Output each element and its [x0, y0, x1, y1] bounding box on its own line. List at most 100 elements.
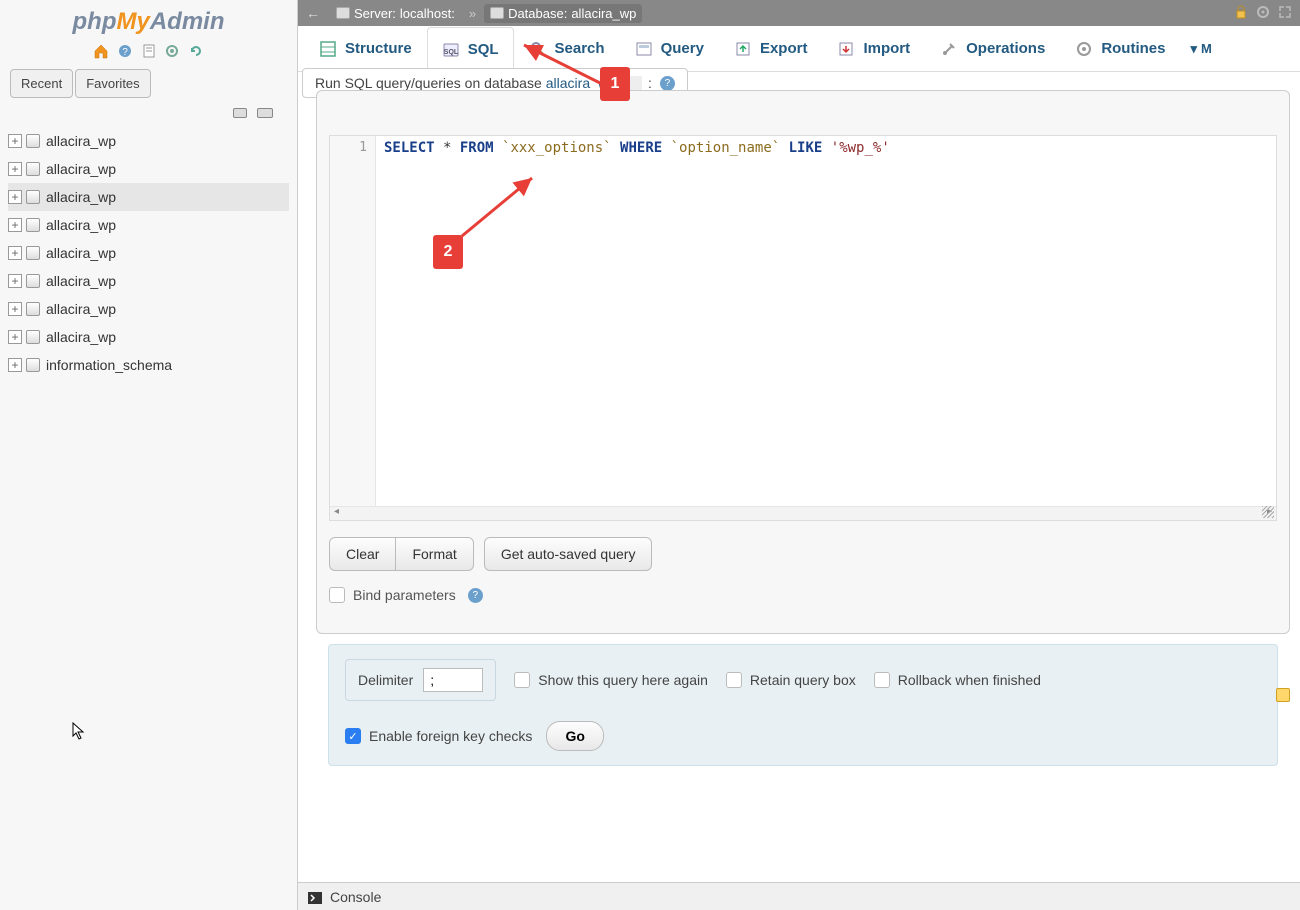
back-icon[interactable]: ←	[306, 5, 320, 21]
tab-sql[interactable]: SQLSQL	[427, 27, 514, 72]
expand-icon[interactable]: +	[8, 330, 22, 344]
clear-format-group: Clear Format	[329, 537, 474, 571]
breadcrumb-database[interactable]: Database: allacira_wp	[484, 4, 642, 23]
fk-checks-checkbox[interactable]: ✓	[345, 728, 361, 744]
db-tree: + allacira_wp + allacira_wp + allacira_wp +…	[0, 127, 297, 379]
database-icon	[26, 330, 40, 344]
db-tree-item[interactable]: +information_schema	[8, 351, 289, 379]
tab-structure[interactable]: Structure	[304, 26, 427, 71]
console-bar[interactable]: Console	[298, 882, 1300, 910]
sidebar: phpMyAdmin ? Recent Favorites + allacira_…	[0, 0, 298, 910]
reload-icon[interactable]	[188, 43, 204, 59]
db-tree-item[interactable]: + allacira_wp	[8, 127, 289, 155]
sidebar-tabs: Recent Favorites	[0, 65, 297, 102]
db-label: allacira_wp	[46, 329, 116, 345]
link-icon[interactable]	[257, 108, 273, 118]
sql-string: '%wp_%'	[822, 140, 889, 156]
expand-icon[interactable]: +	[8, 162, 22, 176]
tab-operations[interactable]: Operations	[925, 26, 1060, 71]
logo: phpMyAdmin	[0, 0, 297, 40]
breadcrumb-server[interactable]: Server: localhost:	[330, 4, 461, 23]
import-icon	[837, 40, 855, 58]
tree-header-icons	[0, 102, 297, 127]
collapse-icon[interactable]	[233, 108, 247, 118]
tab-label: Export	[760, 40, 808, 57]
logo-part-admin: Admin	[150, 8, 225, 35]
callout-2: 2	[433, 235, 463, 269]
autosaved-button[interactable]: Get auto-saved query	[484, 537, 653, 571]
tab-label: Search	[555, 40, 605, 57]
format-button[interactable]: Format	[395, 538, 472, 570]
tab-label: Operations	[966, 40, 1045, 57]
database-icon	[26, 274, 40, 288]
db-label: allacira_wp	[46, 273, 116, 289]
help-icon[interactable]: ?	[468, 588, 483, 603]
console-icon	[308, 891, 322, 903]
legend-db: allacira_w	[546, 75, 608, 91]
callout-1: 1	[600, 67, 630, 101]
lock-icon[interactable]	[1234, 5, 1248, 22]
rollback-checkbox[interactable]	[874, 672, 890, 688]
sql-editor[interactable]: 1 SELECT * FROM `xxx_options` WHERE `opt…	[330, 136, 1276, 506]
retain-checkbox[interactable]	[726, 672, 742, 688]
expand-icon[interactable]: +	[8, 134, 22, 148]
tab-export[interactable]: Export	[719, 26, 823, 71]
db-tree-item[interactable]: +allacira_wp	[8, 239, 289, 267]
recent-button[interactable]: Recent	[10, 69, 73, 98]
database-icon	[26, 246, 40, 260]
line-number: 1	[359, 140, 367, 155]
tab-search[interactable]: Search	[514, 26, 620, 71]
db-tree-item[interactable]: + allacira_wp	[8, 323, 289, 351]
status-icon[interactable]	[1276, 688, 1290, 702]
settings-icon[interactable]	[164, 43, 180, 59]
tab-import[interactable]: Import	[822, 26, 925, 71]
expand-icon[interactable]: +	[8, 274, 22, 288]
search-icon	[529, 40, 547, 58]
tab-routines[interactable]: Routines	[1060, 26, 1180, 71]
server-value: localhost:	[400, 6, 455, 21]
expand-icon[interactable]: +	[8, 246, 22, 260]
database-icon	[490, 7, 504, 19]
legend-db-link[interactable]: allacira_w	[546, 75, 608, 91]
db-tree-item[interactable]: +allacira_wp	[8, 211, 289, 239]
tab-more[interactable]: ▾M	[1180, 26, 1221, 71]
svg-text:SQL: SQL	[443, 49, 458, 56]
fullscreen-icon[interactable]	[1278, 5, 1292, 22]
tab-label: Query	[661, 40, 704, 57]
delimiter-input[interactable]	[423, 668, 483, 692]
gear-icon[interactable]	[1256, 5, 1270, 22]
bind-params-row: Bind parameters ?	[329, 587, 1277, 603]
db-label: allacira_wp	[46, 161, 116, 177]
logout-icon[interactable]: ?	[117, 43, 133, 59]
expand-icon[interactable]: +	[8, 218, 22, 232]
fk-checks-label: Enable foreign key checks	[369, 728, 532, 744]
clear-button[interactable]: Clear	[330, 538, 395, 570]
db-tree-item[interactable]: + allacira_wp	[8, 267, 289, 295]
bind-params-checkbox[interactable]	[329, 587, 345, 603]
expand-icon[interactable]: +	[8, 190, 22, 204]
sql-keyword: WHERE	[620, 140, 662, 156]
help-icon[interactable]: ?	[660, 76, 675, 91]
home-icon[interactable]	[93, 43, 109, 59]
sql-identifier: `xxx_options`	[494, 140, 620, 156]
show-again-checkbox[interactable]	[514, 672, 530, 688]
docs-icon[interactable]	[141, 43, 157, 59]
favorites-button[interactable]: Favorites	[75, 69, 150, 98]
expand-icon[interactable]: +	[8, 358, 22, 372]
server-icon	[336, 7, 350, 19]
db-tree-item[interactable]: +allacira_wp	[8, 295, 289, 323]
resize-grip[interactable]	[1262, 506, 1274, 518]
sql-code[interactable]: SELECT * FROM `xxx_options` WHERE `optio…	[376, 136, 1276, 506]
horizontal-scrollbar[interactable]	[330, 506, 1276, 520]
query-options-bar: Delimiter Show this query here again Ret…	[328, 644, 1278, 766]
db-label: allacira_wp	[46, 133, 116, 149]
expand-icon[interactable]: +	[8, 302, 22, 316]
export-icon	[734, 40, 752, 58]
tab-label: Routines	[1101, 40, 1165, 57]
tab-query[interactable]: Query	[620, 26, 719, 71]
db-tree-item[interactable]: +allacira_wp	[8, 183, 289, 211]
sql-icon: SQL	[442, 41, 460, 59]
db-tree-item[interactable]: + allacira_wp	[8, 155, 289, 183]
show-again-label: Show this query here again	[538, 672, 708, 688]
go-button[interactable]: Go	[546, 721, 603, 751]
